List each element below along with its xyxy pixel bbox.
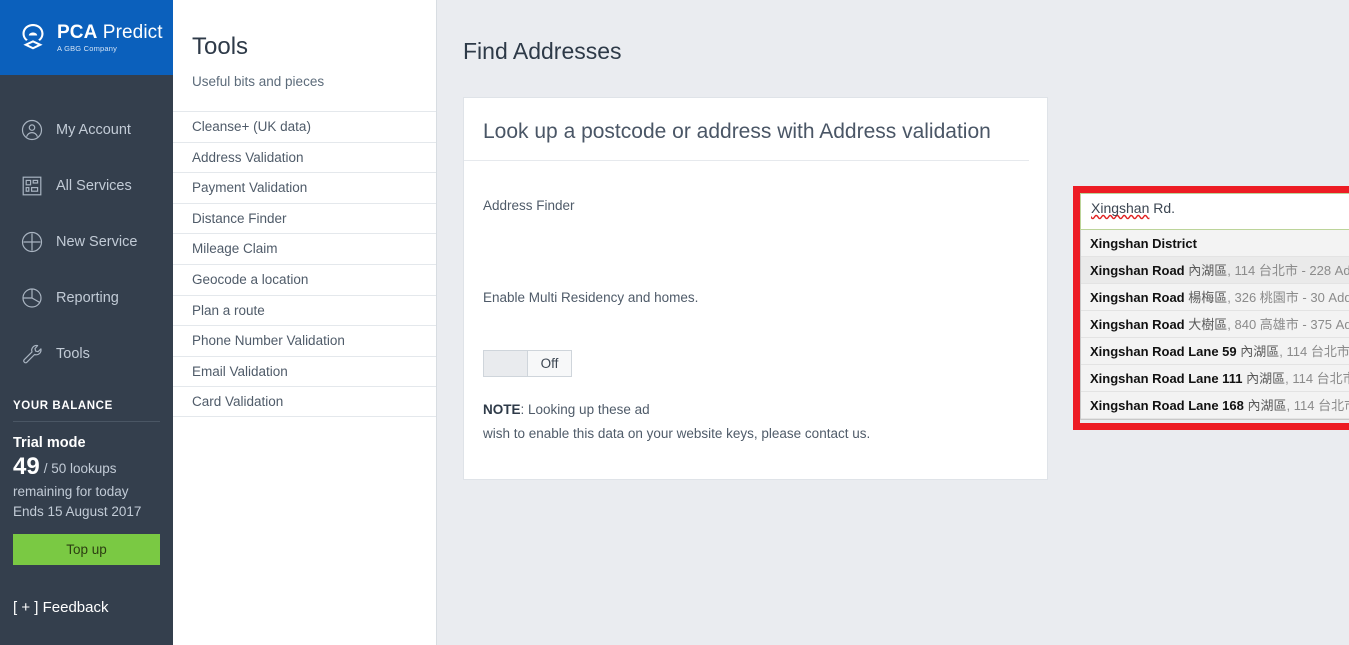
balance-heading: YOUR BALANCE [13, 400, 160, 422]
balance-lookups: 49/ 50 lookups [13, 453, 160, 481]
multi-residency-description: Enable Multi Residency and homes. [483, 290, 699, 305]
suggestion-item[interactable]: Xingshan Road 楊梅區, 326 桃園市 - 30 Addresse… [1081, 284, 1349, 311]
wrench-icon [23, 344, 42, 364]
sidebar-item-label: My Account [56, 122, 131, 138]
suggestion-district: 內湖區 [1188, 263, 1228, 278]
suggestion-district: 楊梅區 [1188, 290, 1228, 305]
suggestion-primary: Xingshan Road Lane 168 [1090, 398, 1244, 413]
plus-circle-icon [21, 231, 43, 253]
note-prefix: NOTE [483, 402, 521, 417]
pca-logo-icon [22, 23, 44, 49]
app-root: PCA Predict A GBG Company My Account All… [0, 0, 1349, 645]
suggestion-detail: , 840 高雄市 - 375 Addresses [1227, 317, 1349, 332]
suggestion-primary: Xingshan Road [1090, 290, 1185, 305]
suggestion-primary: Xingshan Road Lane 111 [1090, 371, 1243, 386]
multi-residency-toggle[interactable]: Off [483, 350, 572, 377]
sidebar-item-label: New Service [56, 234, 138, 250]
suggestion-item[interactable]: Xingshan Road Lane 59 內湖區, 114 台北市 - 24 … [1081, 338, 1349, 365]
suggestion-detail: , 114 台北市 [1286, 398, 1349, 413]
suggestion-detail: , 326 桃園市 - 30 Addresses [1227, 290, 1349, 305]
note-text: NOTE: Looking up these ad wish to enable… [483, 398, 1031, 446]
sidebar-item-tools[interactable]: Tools [0, 326, 173, 382]
main-content: Find Addresses Look up a postcode or add… [437, 0, 1349, 645]
tool-item-mileage-claim[interactable]: Mileage Claim [173, 233, 436, 264]
grid-icon [22, 176, 42, 196]
suggestion-district: 內湖區 [1247, 398, 1287, 413]
sidebar-item-label: All Services [56, 178, 132, 194]
tool-item-plan-a-route[interactable]: Plan a route [173, 294, 436, 326]
tools-panel: Tools Useful bits and pieces Cleanse+ (U… [173, 0, 437, 645]
suggestion-district: 內湖區 [1246, 371, 1286, 386]
tool-item-distance-finder[interactable]: Distance Finder [173, 202, 436, 234]
tool-item-geocode-a-location[interactable]: Geocode a location [173, 263, 436, 295]
suggestion-detail: , 114 台北市 - 24 Addresses [1279, 344, 1349, 359]
brand-name-bold: PCA [57, 21, 98, 43]
suggestion-detail: , 114 台北市 - 8 Addresses [1285, 371, 1349, 386]
sidebar-item-all-services[interactable]: All Services [0, 158, 173, 214]
suggestion-item[interactable]: Xingshan Road Lane 111 內湖區, 114 台北市 - 8 … [1081, 365, 1349, 392]
tool-item-phone-number-validation[interactable]: Phone Number Validation [173, 325, 436, 356]
suggestion-item[interactable]: Xingshan District [1081, 230, 1349, 257]
lookup-card: Look up a postcode or address with Addre… [463, 97, 1048, 480]
tool-item-card-validation[interactable]: Card Validation [173, 386, 436, 417]
address-finder-input-wrap: Xingshan Rd. [1080, 193, 1349, 230]
brand-logo: PCA Predict A GBG Company [16, 21, 163, 55]
tools-panel-subtitle: Useful bits and pieces [192, 74, 325, 89]
suggestion-primary: Xingshan District [1090, 236, 1197, 251]
suggestion-district: 大樹區 [1188, 317, 1228, 332]
tools-panel-title: Tools [192, 33, 249, 60]
suggestion-item[interactable]: Xingshan Road 大樹區, 840 高雄市 - 375 Address… [1081, 311, 1349, 338]
sidebar: PCA Predict A GBG Company My Account All… [0, 0, 173, 645]
brand-title: PCA Predict [57, 23, 163, 42]
suggestion-item[interactable]: Xingshan Road Lane 168 內湖區, 114 台北市 [1081, 392, 1349, 419]
tools-header: Tools Useful bits and pieces [173, 0, 436, 89]
sidebar-item-new-service[interactable]: New Service [0, 214, 173, 270]
top-up-button[interactable]: Top up [13, 534, 160, 565]
address-suggestions-list: Xingshan District Xingshan Road 內湖區, 114… [1080, 230, 1349, 420]
tool-item-payment-validation[interactable]: Payment Validation [173, 172, 436, 203]
tools-list: Cleanse+ (UK data) Address Validation Pa… [173, 111, 436, 417]
address-finder-input[interactable] [1080, 193, 1349, 230]
brand-header[interactable]: PCA Predict A GBG Company [0, 0, 173, 75]
address-finder-row: Address Finder [464, 161, 1047, 213]
tool-item-address-validation[interactable]: Address Validation [173, 141, 436, 173]
pie-chart-icon [22, 288, 42, 308]
toggle-state-label: Off [540, 356, 559, 371]
suggestion-detail: , 114 台北市 - 228 Addresses [1227, 263, 1349, 278]
sidebar-nav: My Account All Services New Service Repo… [0, 75, 173, 382]
address-finder-widget: Xingshan Rd. Xingshan District Xingshan … [1080, 193, 1349, 420]
suggestion-primary: Xingshan Road [1090, 263, 1185, 278]
note-line1: : Looking up these ad [520, 402, 650, 417]
brand-tagline: A GBG Company [57, 43, 118, 53]
sidebar-item-label: Reporting [56, 290, 119, 306]
brand-name-light: Predict [97, 21, 163, 43]
suggestion-primary: Xingshan Road [1090, 317, 1185, 332]
balance-remaining: remaining for today [13, 484, 129, 499]
address-finder-label: Address Finder [483, 198, 575, 213]
balance-mode: Trial mode [13, 435, 86, 451]
balance-count: 49 [13, 453, 40, 480]
balance-ends: Ends 15 August 2017 [13, 504, 142, 519]
balance-count-of: / 50 lookups [43, 461, 117, 476]
tool-item-email-validation[interactable]: Email Validation [173, 355, 436, 387]
brand-text: PCA Predict A GBG Company [57, 23, 163, 53]
balance-panel: YOUR BALANCE Trial mode 49/ 50 lookups r… [13, 400, 160, 565]
suggestion-primary: Xingshan Road Lane 59 [1090, 344, 1237, 359]
tool-item-cleanse-plus[interactable]: Cleanse+ (UK data) [173, 111, 436, 142]
sidebar-item-my-account[interactable]: My Account [0, 102, 173, 158]
toggle-knob [484, 351, 528, 376]
card-title: Look up a postcode or address with Addre… [464, 98, 1029, 161]
suggestion-district: 內湖區 [1240, 344, 1280, 359]
sidebar-item-label: Tools [56, 346, 90, 362]
suggestion-item[interactable]: Xingshan Road 內湖區, 114 台北市 - 228 Address… [1081, 257, 1349, 284]
sidebar-item-reporting[interactable]: Reporting [0, 270, 173, 326]
user-circle-icon [21, 119, 43, 141]
note-line2: wish to enable this data on your website… [483, 426, 871, 441]
feedback-link[interactable]: [ + ] Feedback [13, 599, 173, 616]
page-title: Find Addresses [463, 38, 622, 64]
